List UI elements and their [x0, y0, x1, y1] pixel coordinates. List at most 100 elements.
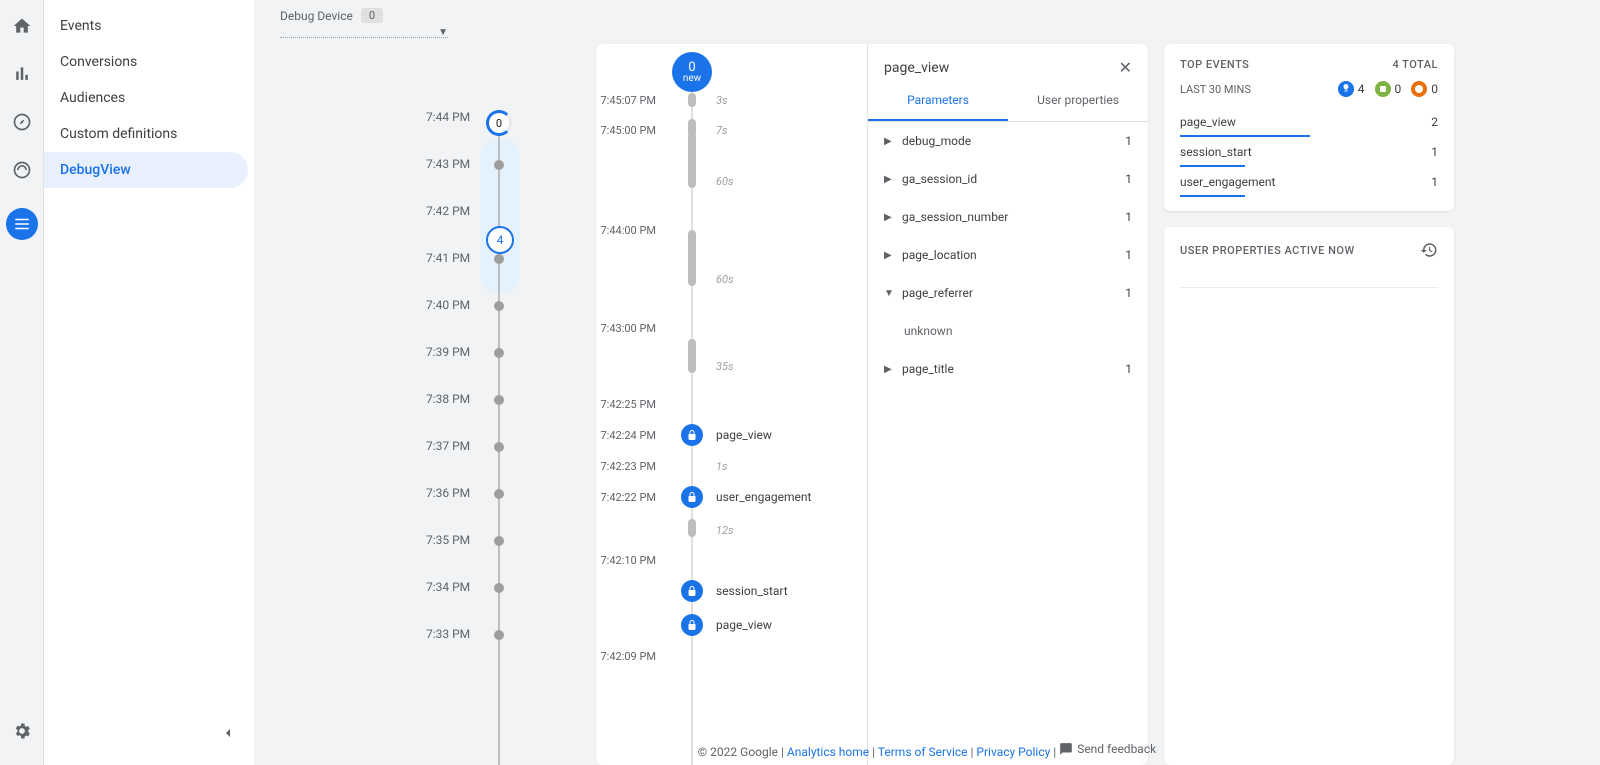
minute-dot[interactable]	[494, 536, 504, 546]
top-event-name: page_view	[1180, 115, 1236, 129]
gap-label: 60s	[716, 175, 734, 188]
minute-label: 7:40 PM	[426, 298, 470, 312]
gap-label: 60s	[716, 273, 734, 286]
param-count: 1	[1125, 134, 1132, 148]
event-icon[interactable]	[681, 580, 703, 602]
minutes-top-count: 0	[486, 110, 512, 136]
event-icon[interactable]	[681, 486, 703, 508]
ads-icon[interactable]	[12, 160, 32, 184]
footer-link-terms[interactable]: Terms of Service	[878, 745, 968, 759]
expand-icon: ▼	[884, 288, 894, 299]
gap-label: 3s	[716, 94, 728, 107]
close-icon[interactable]: ✕	[1119, 58, 1132, 77]
minute-dot[interactable]	[494, 301, 504, 311]
history-icon[interactable]	[1420, 241, 1438, 259]
configure-icon[interactable]	[6, 208, 38, 240]
send-feedback-button[interactable]: Send feedback	[1059, 742, 1156, 756]
minute-bubble[interactable]: 4	[486, 226, 514, 254]
minute-dot[interactable]	[494, 348, 504, 358]
tab-user-properties[interactable]: User properties	[1008, 81, 1148, 121]
minute-dot[interactable]	[494, 489, 504, 499]
footer-link-privacy[interactable]: Privacy Policy	[976, 745, 1050, 759]
second-time: 7:42:23 PM	[596, 460, 666, 473]
event-detail: page_view ✕ Parameters User properties ▶…	[868, 44, 1148, 765]
sidebar-item-custom-definitions[interactable]: Custom definitions	[44, 116, 248, 152]
explore-icon[interactable]	[12, 112, 32, 136]
second-time: 7:45:00 PM	[596, 124, 666, 137]
param-name: ga_session_id	[902, 172, 977, 186]
gap-bar	[688, 230, 696, 286]
debug-device-selector[interactable]: Debug Device0 ▼	[280, 8, 448, 38]
event-label[interactable]: page_view	[716, 618, 772, 632]
param-row[interactable]: ▶ga_session_number1	[868, 198, 1148, 236]
expand-icon: ▶	[884, 212, 894, 223]
event-icon[interactable]	[681, 614, 703, 636]
minute-label: 7:36 PM	[426, 486, 470, 500]
footer-link-analytics-home[interactable]: Analytics home	[787, 745, 869, 759]
event-type-chip[interactable]: 4	[1338, 81, 1365, 97]
top-event-row[interactable]: user_engagement1	[1180, 167, 1438, 197]
minute-dot[interactable]	[494, 583, 504, 593]
seconds-top-badge: 0 new	[672, 52, 712, 92]
event-label[interactable]: user_engagement	[716, 490, 811, 504]
debug-device-count: 0	[361, 8, 383, 23]
param-row[interactable]: ▶page_location1	[868, 236, 1148, 274]
admin-icon[interactable]	[12, 721, 32, 745]
seconds-timeline: 0 new 7:45:07 PM3s7:45:00 PM7s60s7:44:00…	[596, 44, 868, 765]
minute-label: 7:35 PM	[426, 533, 470, 547]
top-event-count: 1	[1431, 145, 1438, 159]
collapse-sidebar-icon[interactable]	[220, 725, 236, 745]
nav-rail	[0, 0, 44, 765]
main: Debug Device0 ▼ 0 7:44 PM7:43 PM7:42 PM7…	[254, 0, 1600, 765]
second-time: 7:42:25 PM	[596, 398, 666, 411]
top-event-row[interactable]: page_view2	[1180, 107, 1438, 137]
minute-dot[interactable]	[494, 442, 504, 452]
event-icon[interactable]	[681, 424, 703, 446]
param-name: page_title	[902, 362, 954, 376]
reports-icon[interactable]	[12, 64, 32, 88]
gap-bar	[688, 93, 696, 107]
home-icon[interactable]	[12, 16, 32, 40]
minute-label: 7:33 PM	[426, 627, 470, 641]
minute-label: 7:34 PM	[426, 580, 470, 594]
minute-label: 7:37 PM	[426, 439, 470, 453]
second-time: 7:42:22 PM	[596, 491, 666, 504]
second-time: 7:42:10 PM	[596, 554, 666, 567]
gap-label: 7s	[716, 124, 728, 137]
user-properties-card: USER PROPERTIES ACTIVE NOW	[1164, 227, 1454, 765]
event-label[interactable]: page_view	[716, 428, 772, 442]
expand-icon: ▶	[884, 250, 894, 261]
event-label[interactable]: session_start	[716, 584, 788, 598]
minute-label: 7:38 PM	[426, 392, 470, 406]
sidebar-item-audiences[interactable]: Audiences	[44, 80, 248, 116]
event-type-chip[interactable]: 0	[1411, 81, 1438, 97]
param-row[interactable]: ▶ page_title 1	[868, 350, 1148, 388]
gap-label: 12s	[716, 524, 734, 537]
tab-parameters[interactable]: Parameters	[868, 81, 1008, 121]
right-column: TOP EVENTS 4 TOTAL LAST 30 MINS 400 page…	[1164, 44, 1454, 765]
event-type-chip[interactable]: 0	[1375, 81, 1402, 97]
debug-device-label: Debug Device	[280, 9, 353, 23]
param-value: unknown	[868, 312, 1148, 350]
second-time: 7:42:24 PM	[596, 429, 666, 442]
param-row[interactable]: ▼page_referrer1	[868, 274, 1148, 312]
sidebar-item-debugview[interactable]: DebugView	[44, 152, 248, 188]
minute-dot[interactable]	[494, 254, 504, 264]
param-count: 1	[1125, 286, 1132, 300]
minute-dot[interactable]	[494, 395, 504, 405]
sidebar-item-conversions[interactable]: Conversions	[44, 44, 248, 80]
param-name: ga_session_number	[902, 210, 1008, 224]
gap-bar	[688, 132, 696, 188]
minute-dot[interactable]	[494, 630, 504, 640]
param-count: 1	[1125, 362, 1132, 376]
top-event-row[interactable]: session_start1	[1180, 137, 1438, 167]
param-row[interactable]: ▶debug_mode1	[868, 122, 1148, 160]
param-count: 1	[1125, 172, 1132, 186]
top-events-total: 4 TOTAL	[1392, 58, 1438, 71]
second-time: 7:43:00 PM	[596, 322, 666, 335]
expand-icon: ▶	[884, 174, 894, 185]
sidebar-item-events[interactable]: Events	[44, 8, 248, 44]
minute-dot[interactable]	[494, 160, 504, 170]
expand-icon: ▶	[884, 364, 894, 375]
param-row[interactable]: ▶ ga_session_id 1	[868, 160, 1148, 198]
